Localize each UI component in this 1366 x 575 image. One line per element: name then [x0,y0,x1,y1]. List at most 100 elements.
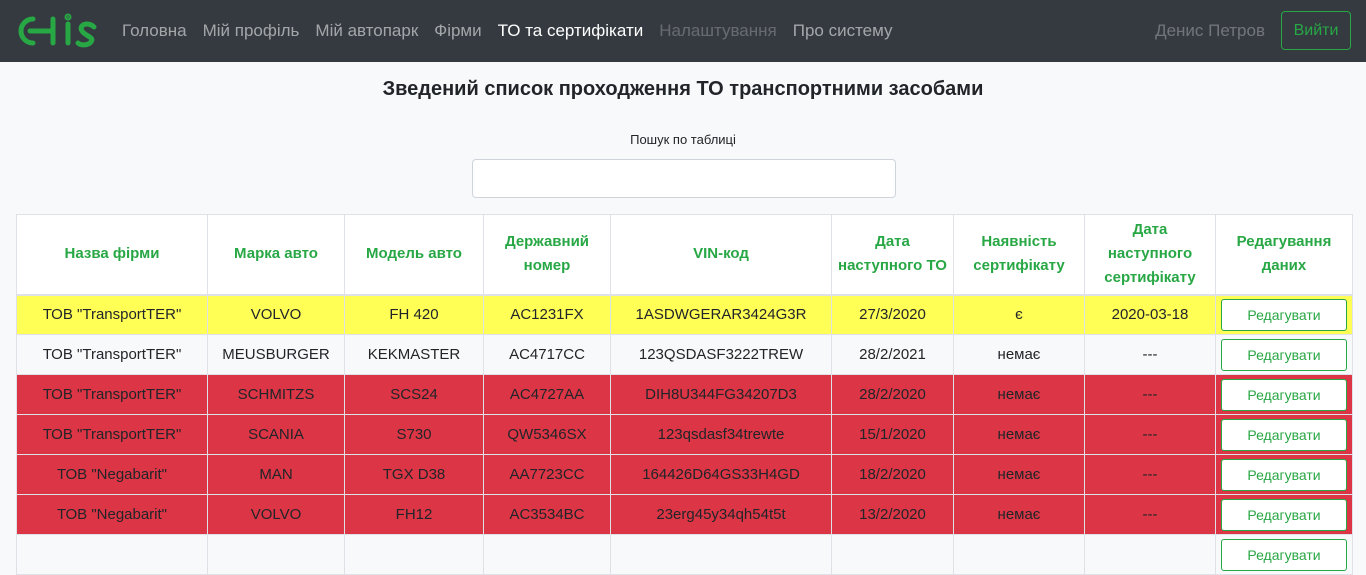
table-cell: 23erg45y34qh54t5t [610,494,832,535]
column-header: Дата наступного сертифікату [1084,214,1216,296]
column-header: Наявність сертифікату [953,214,1085,296]
table-cell: AC4717CC [483,334,611,375]
table-cell: немає [953,334,1085,375]
edit-cell: Редагувати [1215,494,1353,535]
table-cell: немає [953,494,1085,535]
table-cell: 2020-03-18 [1084,294,1216,335]
table-header-row: Назва фірми Марка авто Модель авто Державни… [16,214,1353,296]
table-cell: VOLVO [207,494,345,535]
table-cell: --- [1084,494,1216,535]
vehicles-table: Назва фірми Марка авто Модель авто Державни… [16,214,1353,575]
table-cell: ТОВ "Negabarit" [16,454,208,495]
navbar: Головна Мій профіль Мій автопарк Фірми ТО та… [0,0,1366,62]
nav-link-0[interactable]: Головна [114,21,195,41]
column-header: VIN-код [610,214,832,296]
table-cell: MAN [207,454,345,495]
table-cell: 27/3/2020 [831,294,954,335]
edit-button[interactable]: Редагувати [1221,458,1347,491]
table-body: ТОВ "TransportTER" VOLVO FH 420 AC1231FX 1AS… [16,294,1353,575]
table-cell: AC1231FX [483,294,611,335]
table-cell: AC3534BC [483,494,611,535]
table-cell: TGX D38 [344,454,484,495]
edit-button[interactable]: Редагувати [1221,378,1347,411]
table-cell: 18/2/2020 [831,454,954,495]
nav-link-5: Налаштування [659,21,777,40]
table-cell [953,534,1085,575]
edit-cell: Редагувати [1215,414,1353,455]
table-cell: --- [1084,454,1216,495]
table-cell: --- [1084,414,1216,455]
table-cell: 13/2/2020 [831,494,954,535]
nav-link-1[interactable]: Мій профіль [195,21,308,41]
table-cell: SCANIA [207,414,345,455]
table-cell: ТОВ "Negabarit" [16,494,208,535]
nav-link-2[interactable]: Мій автопарк [307,21,426,41]
table-cell [610,534,832,575]
table-row: ТОВ "TransportTER" SCHMITZS SCS24 AC4727AA D… [16,374,1353,415]
table-cell: немає [953,374,1085,415]
column-header: Редагування даних [1215,214,1353,296]
table-cell: AA7723CC [483,454,611,495]
edit-button[interactable]: Редагувати [1221,298,1347,331]
otis-logo-icon[interactable] [16,13,98,49]
edit-cell: Редагувати [1215,294,1353,335]
table-cell: VOLVO [207,294,345,335]
table-cell: FH12 [344,494,484,535]
edit-button[interactable]: Редагувати [1221,338,1347,371]
table-cell: 15/1/2020 [831,414,954,455]
edit-button[interactable]: Редагувати [1221,538,1347,571]
table-cell: 123QSDASF3222TREW [610,334,832,375]
column-header: Державний номер [483,214,611,296]
table-cell: --- [1084,334,1216,375]
edit-cell: Редагувати [1215,454,1353,495]
search-input[interactable] [472,159,896,198]
table-cell [831,534,954,575]
table-cell [344,534,484,575]
edit-button[interactable]: Редагувати [1221,418,1347,451]
table-cell: DIH8U344FG34207D3 [610,374,832,415]
table-cell [1084,534,1216,575]
edit-button[interactable]: Редагувати [1221,498,1347,531]
table-cell: 164426D64GS33H4GD [610,454,832,495]
nav-link-6[interactable]: Про систему [785,21,901,41]
table-cell: FH 420 [344,294,484,335]
user-name: Денис Петров [1155,21,1265,40]
table-cell: QW5346SX [483,414,611,455]
table-cell [483,534,611,575]
table-row: Редагувати [16,534,1353,575]
column-header: Дата наступного ТО [831,214,954,296]
table-row: ТОВ "TransportTER" MEUSBURGER KEKMASTER AC4… [16,334,1353,375]
table-cell: 1ASDWGERAR3424G3R [610,294,832,335]
table-row: ТОВ "TransportTER" VOLVO FH 420 AC1231FX 1AS… [16,294,1353,335]
column-header: Модель авто [344,214,484,296]
table-row: ТОВ "Negabarit" MAN TGX D38 AA7723CC 164426D… [16,454,1353,495]
table-cell: S730 [344,414,484,455]
table-cell: ТОВ "TransportTER" [16,294,208,335]
search-label: Пошук по таблиці [630,132,736,147]
table-cell: є [953,294,1085,335]
table-cell [207,534,345,575]
table-cell: 28/2/2020 [831,374,954,415]
edit-cell: Редагувати [1215,534,1353,575]
table-cell: MEUSBURGER [207,334,345,375]
table-cell: немає [953,414,1085,455]
edit-cell: Редагувати [1215,334,1353,375]
table-cell: SCHMITZS [207,374,345,415]
table-cell: ТОВ "TransportTER" [16,374,208,415]
table-cell: KEKMASTER [344,334,484,375]
nav-link-3[interactable]: Фірми [426,21,489,41]
column-header: Назва фірми [16,214,208,296]
table-cell: 123qsdasf34trewte [610,414,832,455]
column-header: Марка авто [207,214,345,296]
logout-button[interactable]: Вийти [1281,11,1351,50]
nav-links: Головна Мій профіль Мій автопарк Фірми ТО та… [114,0,901,62]
table-cell: AC4727AA [483,374,611,415]
table-cell [16,534,208,575]
table-cell: немає [953,454,1085,495]
table-row: ТОВ "Negabarit" VOLVO FH12 AC3534BC 23erg45y… [16,494,1353,535]
nav-link-4[interactable]: ТО та сертифікати [490,21,652,41]
table-cell: ТОВ "TransportTER" [16,414,208,455]
table-cell: 28/2/2021 [831,334,954,375]
table-cell: ТОВ "TransportTER" [16,334,208,375]
table-cell: SCS24 [344,374,484,415]
